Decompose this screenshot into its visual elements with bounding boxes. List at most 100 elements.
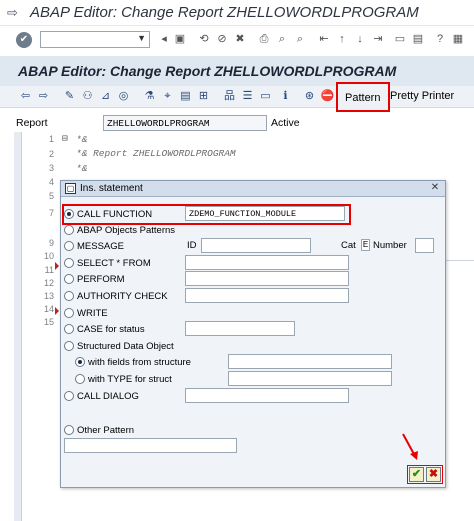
pattern-button[interactable]: Pattern [336,82,390,112]
option-label: CALL FUNCTION [77,208,153,220]
option-message[interactable]: MESSAGE [64,239,124,253]
enter-icon[interactable]: ✔ [16,32,32,48]
code-line: *& [76,134,88,145]
forward-arrow-icon[interactable]: ⇨ [36,89,51,104]
case-status-input[interactable] [185,321,295,336]
collapse-icon[interactable]: ⊟ [62,133,68,144]
where-used-icon[interactable]: ⌖ [160,89,175,104]
hierarchy-icon[interactable]: 品 [222,89,237,104]
close-icon[interactable]: ✕ [429,182,441,194]
radio-icon[interactable] [64,274,74,284]
cancel-icon[interactable]: ✖ [232,31,248,47]
check-syntax-icon[interactable]: ⊿ [98,89,113,104]
stop-icon[interactable]: ⛔ [320,89,335,104]
menu-icon[interactable]: ⇨ [7,5,18,21]
option-case-status[interactable]: CASE for status [64,322,145,336]
message-number-input[interactable] [415,238,434,253]
radio-icon[interactable] [64,225,74,235]
line-number: 15 [43,317,54,327]
pretty-printer-button[interactable]: Pretty Printer [390,90,454,102]
other-object-icon[interactable]: ⚇ [80,89,95,104]
option-authority-check[interactable]: AUTHORITY CHECK [64,289,168,303]
layout-icon[interactable]: ▦ [450,31,466,47]
navigation-window-icon[interactable]: ⊞ [196,89,211,104]
back-arrow-icon[interactable]: ⇦ [18,89,33,104]
report-status: Active [271,117,300,129]
option-label: with fields from structure [88,356,191,368]
command-field[interactable]: ▼ [40,31,150,48]
option-label: PERFORM [77,273,125,285]
option-abap-objects[interactable]: ABAP Objects Patterns [64,223,175,237]
line-number: 13 [43,291,54,301]
new-session-icon[interactable]: ▭ [392,31,408,47]
display-change-icon[interactable]: ✎ [62,89,77,104]
option-other-pattern[interactable]: Other Pattern [64,423,134,437]
option-perform[interactable]: PERFORM [64,272,125,286]
option-write[interactable]: WRITE [64,306,108,320]
line-number: 3 [48,163,54,173]
type-input[interactable] [228,371,392,386]
radio-icon[interactable] [75,374,85,384]
code-line: *& Report ZHELLOWORDLPROGRAM [76,148,236,159]
function-module-input[interactable]: ZDEMO_FUNCTION_MODULE [185,206,345,221]
display-object-list-icon[interactable]: ☰ [240,89,255,104]
option-with-fields[interactable]: with fields from structure [75,355,191,369]
radio-selected-icon[interactable] [64,209,74,219]
option-select[interactable]: SELECT * FROM [64,256,151,270]
line-number: 9 [48,238,54,248]
screen-title: ABAP Editor: Change Report ZHELLOWORDLPR… [18,63,397,79]
radio-icon[interactable] [64,425,74,435]
exit-icon[interactable]: ⊘ [214,31,230,47]
line-number: 1 [48,134,54,144]
radio-selected-icon[interactable] [75,357,85,367]
option-label: with TYPE for struct [88,373,172,385]
radio-icon[interactable] [64,391,74,401]
command-dropdown-icon[interactable]: ▼ [137,33,146,43]
check-icon[interactable]: ✔ [409,467,424,482]
shortcut-icon[interactable]: ▤ [410,31,426,47]
insert-statement-dialog: ▢ Ins. statement ✕ CALL FUNCTION ZDEMO_F… [60,180,446,488]
radio-icon[interactable] [64,341,74,351]
activate-icon[interactable]: ◎ [116,89,131,104]
cat-input[interactable]: E [361,239,370,251]
radio-icon[interactable] [64,324,74,334]
line-number: 11 [44,265,54,275]
cancel-icon[interactable]: ✖ [426,467,441,482]
option-with-type[interactable]: with TYPE for struct [75,372,172,386]
option-label: AUTHORITY CHECK [77,290,168,302]
other-pattern-input[interactable] [64,438,237,453]
call-dialog-input[interactable] [185,388,349,403]
history-icon[interactable]: ◂ [156,31,172,47]
line-number: 10 [43,251,54,261]
option-call-dialog[interactable]: CALL DIALOG [64,389,139,403]
message-id-input[interactable] [201,238,311,253]
perform-input[interactable] [185,271,349,286]
find-icon[interactable]: ⌕ [274,31,290,47]
breakpoint-icon[interactable]: ⊛ [302,89,317,104]
authority-object-input[interactable] [185,288,349,303]
find-next-icon[interactable]: ⌕ [292,31,308,47]
first-page-icon[interactable]: ⇤ [316,31,332,47]
help-icon[interactable]: ? [432,31,448,47]
radio-icon[interactable] [64,308,74,318]
prev-page-icon[interactable]: ↑ [334,31,350,47]
structure-input[interactable] [228,354,392,369]
save-icon[interactable]: ▣ [172,31,188,47]
radio-icon[interactable] [64,258,74,268]
standard-toolbar: ✔ ▼ ◂ ▣ ⟲ ⊘ ✖ ⎙ ⌕ ⌕ ⇤ ↑ ↓ ⇥ ▭ ▤ ? ▦ [0,27,474,53]
print-icon[interactable]: ⎙ [256,31,272,47]
select-table-input[interactable] [185,255,349,270]
option-label: CASE for status [77,323,145,335]
report-name-field[interactable]: ZHELLOWORDLPROGRAM [103,115,267,131]
radio-icon[interactable] [64,241,74,251]
option-call-function[interactable]: CALL FUNCTION [64,207,152,221]
info-icon[interactable]: ℹ [278,89,293,104]
fullscreen-icon[interactable]: ▭ [258,89,273,104]
back-icon[interactable]: ⟲ [196,31,212,47]
test-icon[interactable]: ⚗ [142,89,157,104]
object-list-icon[interactable]: ▤ [178,89,193,104]
option-structured-data[interactable]: Structured Data Object [64,339,174,353]
next-page-icon[interactable]: ↓ [352,31,368,47]
last-page-icon[interactable]: ⇥ [370,31,386,47]
radio-icon[interactable] [64,291,74,301]
